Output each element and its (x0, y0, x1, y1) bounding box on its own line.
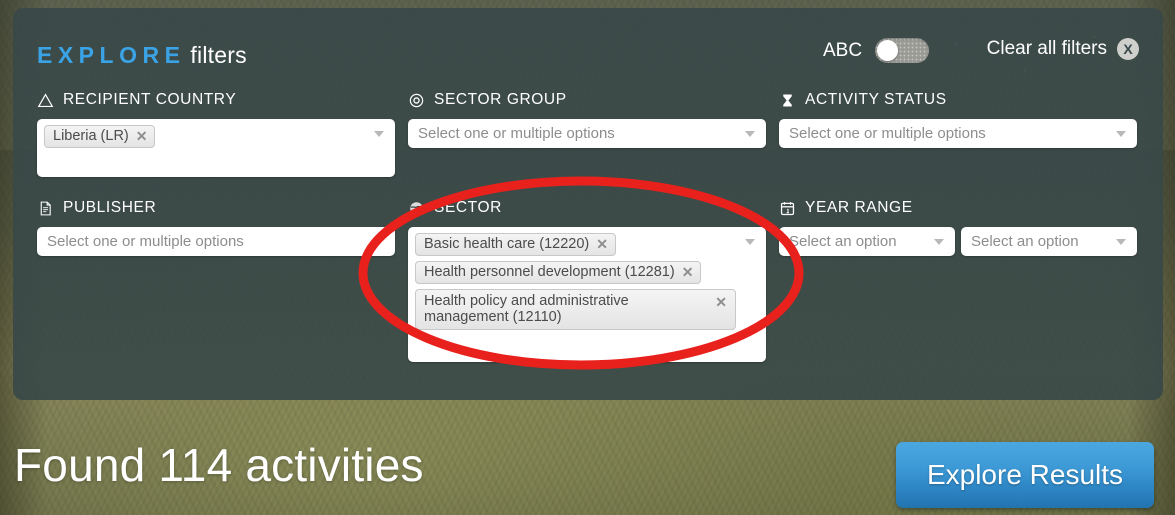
abc-label: ABC (823, 39, 863, 61)
year-range-to-select[interactable]: Select an option (961, 227, 1137, 256)
year-range-to-placeholder: Select an option (971, 233, 1079, 250)
chevron-down-icon[interactable] (934, 239, 944, 245)
filter-label-sector-group: SECTOR GROUP (408, 90, 766, 110)
explore-filters-panel: EXPLORE filters ABC Clear all filters X R… (13, 8, 1163, 400)
chevron-down-icon[interactable] (1116, 239, 1126, 245)
filter-publisher: PUBLISHER Select one or multiple options (37, 198, 395, 256)
filter-year-range: YEAR RANGE Select an option Select an op… (779, 198, 1137, 256)
year-range-from-placeholder: Select an option (789, 233, 897, 250)
filter-label-text: YEAR RANGE (805, 199, 913, 216)
recipient-country-select[interactable]: Liberia (LR) ✕ (37, 119, 395, 177)
filter-label-year-range: YEAR RANGE (779, 198, 1137, 218)
document-icon (40, 201, 51, 215)
explore-results-label: Explore Results (926, 459, 1124, 490)
filter-label-sector: SECTOR (408, 198, 766, 218)
chip-label: Liberia (LR) (53, 128, 129, 144)
chip-remove-icon[interactable]: ✕ (136, 128, 148, 144)
page-title: EXPLORE filters (37, 34, 1139, 76)
filter-label-text: PUBLISHER (63, 199, 157, 216)
filter-label-text: ACTIVITY STATUS (805, 91, 947, 108)
brand-explore: EXPLORE (37, 42, 186, 68)
chip-label: Health policy and administrative managem… (424, 293, 629, 325)
explore-results-button[interactable]: Explore Results (896, 442, 1154, 508)
year-range-controls: Select an option Select an option (779, 227, 1137, 256)
chip-health-personnel-development[interactable]: Health personnel development (12281) ✕ (415, 261, 702, 284)
calendar-icon (780, 201, 795, 215)
sector-chips: Basic health care (12220) ✕ Health perso… (415, 233, 736, 335)
abc-toggle-group: ABC (823, 38, 930, 63)
chevron-down-icon[interactable] (745, 239, 755, 245)
abc-toggle[interactable] (875, 38, 930, 63)
clear-all-filters-button[interactable]: Clear all filters X (987, 38, 1139, 60)
activity-status-select[interactable]: Select one or multiple options (779, 119, 1137, 148)
chip-remove-icon[interactable]: ✕ (596, 236, 608, 252)
chevron-down-icon[interactable] (374, 131, 384, 137)
chip-liberia[interactable]: Liberia (LR) ✕ (44, 125, 156, 148)
filter-label-text: SECTOR GROUP (434, 91, 567, 108)
activity-status-placeholder: Select one or multiple options (789, 125, 986, 142)
filter-label-text: RECIPIENT COUNTRY (63, 91, 237, 108)
hourglass-icon (783, 94, 792, 106)
filter-label-text: SECTOR (434, 199, 502, 216)
target-circle-icon (409, 93, 424, 107)
globe-icon (410, 201, 423, 215)
sector-group-select[interactable]: Select one or multiple options (408, 119, 766, 148)
results-count-heading: Found 114 activities (14, 439, 424, 491)
sector-select[interactable]: Basic health care (12220) ✕ Health perso… (408, 227, 766, 362)
chip-label: Basic health care (12220) (424, 236, 590, 252)
chip-basic-health-care[interactable]: Basic health care (12220) ✕ (415, 233, 616, 256)
chip-health-policy-admin-management[interactable]: Health policy and administrative managem… (415, 289, 736, 330)
chevron-down-icon[interactable] (745, 131, 755, 137)
filter-sector: SECTOR Basic health care (12220) ✕ Healt… (408, 198, 766, 362)
publisher-placeholder: Select one or multiple options (47, 233, 244, 250)
filter-activity-status: ACTIVITY STATUS Select one or multiple o… (779, 90, 1137, 148)
publisher-select[interactable]: Select one or multiple options (37, 227, 395, 256)
filter-recipient-country: RECIPIENT COUNTRY Liberia (LR) ✕ (37, 90, 395, 177)
chevron-down-icon[interactable] (1116, 131, 1126, 137)
chip-remove-icon[interactable]: ✕ (682, 264, 694, 280)
recipient-country-chips: Liberia (LR) ✕ (44, 125, 365, 153)
filter-label-recipient-country: RECIPIENT COUNTRY (37, 90, 395, 110)
abc-toggle-knob (877, 40, 899, 61)
brand-filters: filters (190, 42, 247, 68)
chip-remove-icon[interactable]: ✕ (715, 293, 727, 310)
year-range-from-select[interactable]: Select an option (779, 227, 955, 256)
filter-label-activity-status: ACTIVITY STATUS (779, 90, 1137, 110)
panel-header: EXPLORE filters ABC Clear all filters X (37, 34, 1139, 76)
chip-label: Health personnel development (12281) (424, 264, 675, 280)
triangle-outline-icon (37, 92, 54, 107)
sector-group-placeholder: Select one or multiple options (418, 125, 615, 142)
filter-label-publisher: PUBLISHER (37, 198, 395, 218)
close-icon[interactable]: X (1117, 38, 1139, 60)
filter-sector-group: SECTOR GROUP Select one or multiple opti… (408, 90, 766, 148)
clear-all-filters-label: Clear all filters (986, 38, 1107, 59)
